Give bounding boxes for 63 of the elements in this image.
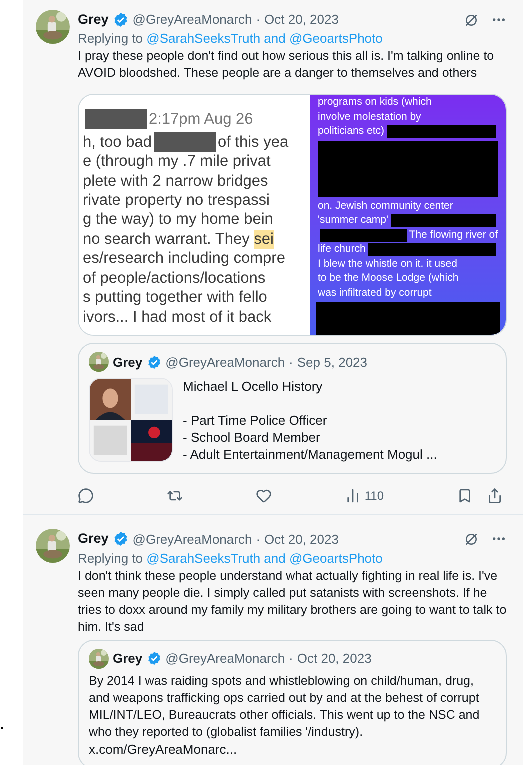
screenshot-text: of this yea [218,132,289,152]
views-icon[interactable] [344,488,361,504]
author-name[interactable]: Grey [113,352,143,372]
post-link[interactable]: x.com/GreyAreaMonarc... [89,740,496,758]
screenshot-text: The flowing river of [409,228,498,242]
post-date[interactable]: Oct 20, 2023 [297,648,372,668]
view-count: 110 [364,488,384,506]
screenshot-text: I blew the whistle on it. it used [318,256,458,272]
screenshot-text: 2:17pm Aug 26 [149,110,254,129]
separator-dot: · [256,11,261,30]
reply-icon[interactable] [78,488,94,504]
screenshot-text: on. Jewish community center [318,198,454,214]
screenshot-text: ivors... I had most of it back [83,308,272,327]
quote-text-line: - Adult Entertainment/Management Mogul ... [183,446,438,464]
author-handle[interactable]: @GreyAreaMonarch [132,530,252,550]
screenshot-text: no search warrant. They [83,230,251,250]
screenshot-image[interactable] [310,95,506,336]
post-text: I don't think these people understand what actually fighting in real life is. I've seen many people die. I simply called put satanists with screenshots. If he tries to doxx around my family my military brothers are going to want to talk to him. It's sad [78,568,507,636]
screenshot-text: involve molestation by [318,110,422,124]
screenshot-text: 'summer camp' [318,213,389,228]
author-handle[interactable]: @GreyAreaMonarch [166,648,286,668]
quoted-post[interactable]: Grey @GreyAreaMonarch · Sep 5, 2023 Michael L Ocello History - Part Time Police Officer - School Board Member - Adult Entertainment/Management Mogul ... [78,343,507,474]
quoted-post[interactable] [78,640,507,765]
author-name[interactable]: Grey [78,529,109,550]
post-date[interactable]: Oct 20, 2023 [264,10,339,30]
screenshot-text: life church [318,242,366,257]
separator-dot: · [256,530,261,549]
author-name[interactable]: Grey [113,648,143,668]
slashed-circle-icon[interactable] [464,12,479,28]
post-text: I pray these people don't find out how serious this all is. I'm talking online to AVOID bloodshed. These people are a danger to themselves and others [78,48,496,82]
screenshot-text: es/research including compre [83,249,286,269]
quote-text-line: - Part Time Police Officer [183,412,328,430]
share-icon[interactable] [486,488,503,504]
like-icon[interactable] [256,488,272,504]
quote-text-line: - School Board Member [183,429,322,446]
quote-text: By 2014 I was raiding spots and whistleblowing on child/human, drug, and weapons trafficking ops carried out by and at the behest of corrupt MIL/INT/LEO, Bureaucrats other officials. This went up to the NSC and who they reported to (globalist families '/industry). [89,672,481,740]
screenshot-text: rivate property no trespassi [83,191,270,210]
quote-title: Michael L Ocello History [183,378,324,396]
screenshot-text: e (through my .7 mile privat [83,152,271,172]
bookmark-icon[interactable] [456,488,473,504]
screenshot-text: was infiltrated by corrupt [318,286,432,300]
separator-dot: · [289,650,294,668]
replying-label: Replying to [78,31,144,46]
author-name[interactable]: Grey [78,10,109,30]
author-handle[interactable]: @GreyAreaMonarch [132,10,252,30]
screenshot-text: s putting together with fello [83,288,268,308]
post-date[interactable]: Sep 5, 2023 [297,352,368,372]
screenshot-text: to be the Moose Lodge (which [318,271,459,286]
separator-dot: · [289,354,294,372]
screenshot-text: of people/actions/locations [83,268,266,288]
screenshot-text: h, too bad [83,132,152,152]
redaction-bar [85,109,147,130]
redaction-bar [154,132,216,152]
screenshot-text: plete with 2 narrow bridges [83,172,268,192]
highlighted-text: sei [254,230,274,250]
screenshot-text: programs on kids (which [318,95,432,110]
dot-mark [1,727,3,729]
slashed-circle-icon[interactable] [464,532,479,547]
replying-label: Replying to [78,550,144,566]
screenshot-text: g the way) to my home bein [83,210,274,230]
post-date[interactable]: Oct 20, 2023 [264,530,339,550]
screenshot-text: politicians etc) [318,124,385,139]
author-handle[interactable]: @GreyAreaMonarch [166,352,286,372]
